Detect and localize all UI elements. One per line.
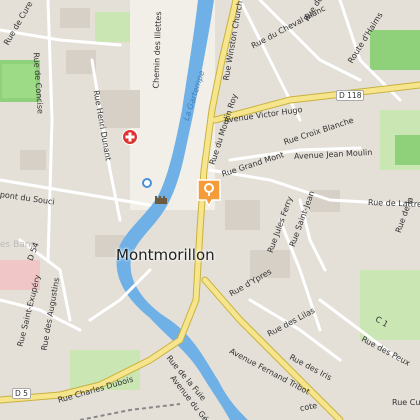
- location-marker-icon[interactable]: [196, 178, 222, 208]
- building: [60, 8, 90, 28]
- label-rue-cu: Rue Cu: [392, 398, 420, 407]
- viewpoint-icon[interactable]: [142, 178, 152, 188]
- sports-pitch-east: [395, 135, 420, 165]
- park-north: [95, 12, 130, 42]
- label-d118: D 118: [336, 90, 365, 101]
- label-montmorillon: Montmorillon: [116, 246, 215, 264]
- map-view[interactable]: Rue de Concise Rue Henri Dunant Chemin d…: [0, 0, 420, 420]
- sports-field-northeast: [370, 30, 420, 70]
- building: [20, 150, 46, 170]
- hospital-icon[interactable]: [122, 129, 138, 145]
- castle-icon[interactable]: [155, 194, 167, 204]
- building: [225, 200, 260, 230]
- map-canvas: [0, 0, 420, 420]
- park-southeast: [360, 270, 420, 340]
- sports-pitch-west: [2, 64, 36, 98]
- label-d5: D 5: [12, 388, 31, 399]
